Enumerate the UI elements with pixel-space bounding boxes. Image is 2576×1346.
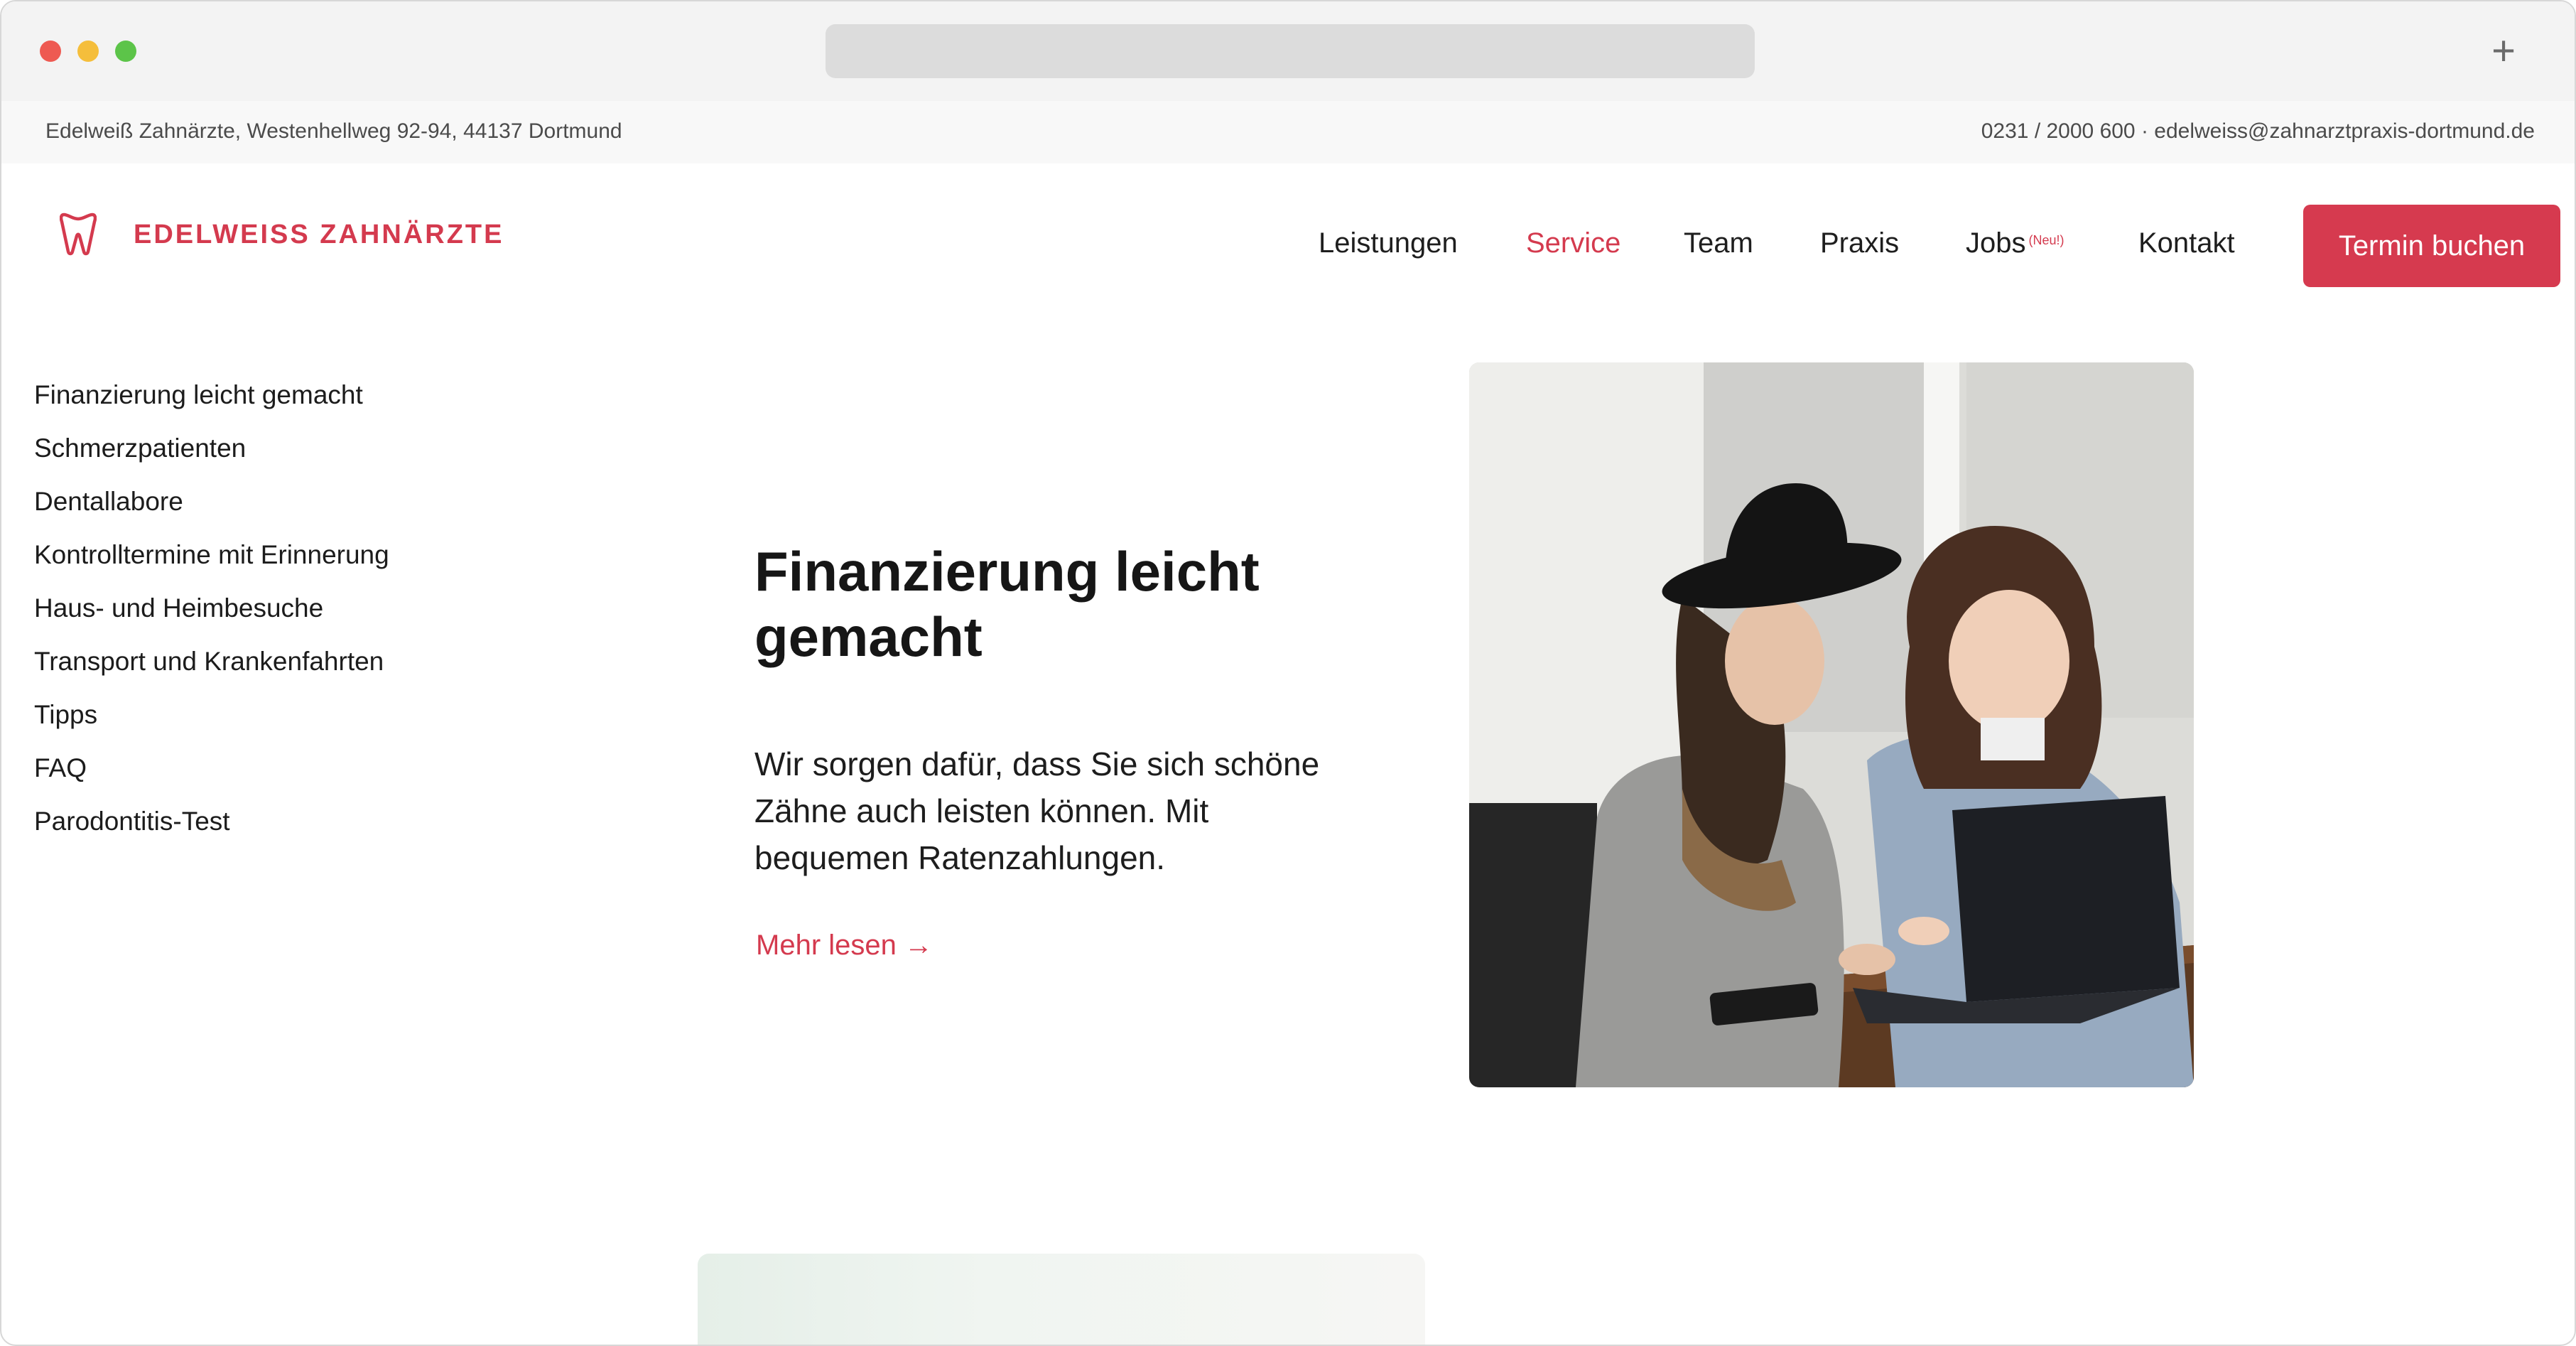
close-window-button[interactable] [40, 41, 61, 62]
read-more-link[interactable]: Mehr lesen → [756, 924, 933, 967]
sidebar-item-faq[interactable]: FAQ [34, 741, 389, 795]
sidebar-item-kontrolltermine[interactable]: Kontrolltermine mit Erinnerung [34, 528, 389, 581]
maximize-window-button[interactable] [115, 41, 136, 62]
minimize-window-button[interactable] [77, 41, 99, 62]
sidebar-item-finanzierung[interactable]: Finanzierung leicht gemacht [34, 368, 389, 421]
sidebar-item-transport[interactable]: Transport und Krankenfahrten [34, 635, 389, 688]
tooth-icon[interactable] [60, 212, 97, 256]
nav-praxis[interactable]: Praxis [1820, 222, 1899, 264]
hero-title: Finanzierung leicht gemacht [754, 540, 1260, 668]
nav-kontakt[interactable]: Kontakt [2138, 222, 2235, 264]
browser-window: + Edelweiß Zahnärzte, Westenhellweg 92-9… [0, 0, 2576, 1346]
brand-name[interactable]: EDELWEISS ZAHNÄRZTE [134, 217, 504, 252]
nav-leistungen[interactable]: Leistungen [1319, 222, 1458, 264]
sidebar-item-hausbesuche[interactable]: Haus- und Heimbesuche [34, 581, 389, 635]
contact-info[interactable]: 0231 / 2000 600 · edelweiss@zahnarztprax… [1981, 115, 2535, 148]
new-badge: (Neu!) [2028, 233, 2064, 247]
sidebar-item-schmerzpatienten[interactable]: Schmerzpatienten [34, 421, 389, 475]
sidebar-item-dentallabore[interactable]: Dentallabore [34, 475, 389, 528]
sidebar-item-parodontitis-test[interactable]: Parodontitis-Test [34, 795, 389, 848]
service-sidebar: Finanzierung leicht gemacht Schmerzpatie… [34, 368, 389, 848]
new-tab-plus-icon[interactable]: + [2481, 28, 2526, 74]
nav-team[interactable]: Team [1684, 222, 1753, 264]
practice-address: Edelweiß Zahnärzte, Westenhellweg 92-94,… [45, 119, 622, 143]
sidebar-item-tipps[interactable]: Tipps [34, 688, 389, 741]
hero-text: Wir sorgen dafür, dass Sie sich schöne Z… [754, 745, 1320, 876]
top-info-bar: Edelweiß Zahnärzte, Westenhellweg 92-94,… [1, 101, 2575, 163]
book-appointment-button[interactable]: Termin buchen [2303, 205, 2560, 287]
nav-jobs[interactable]: Jobs (Neu!) [1966, 222, 2064, 264]
nav-jobs-label: Jobs [1966, 227, 2026, 259]
hero-photo-two-women-laptop [1469, 362, 2194, 1087]
next-section-card [698, 1254, 1425, 1345]
address-bar[interactable] [826, 24, 1755, 78]
browser-chrome: + [1, 1, 2575, 102]
nav-service[interactable]: Service [1526, 222, 1620, 264]
